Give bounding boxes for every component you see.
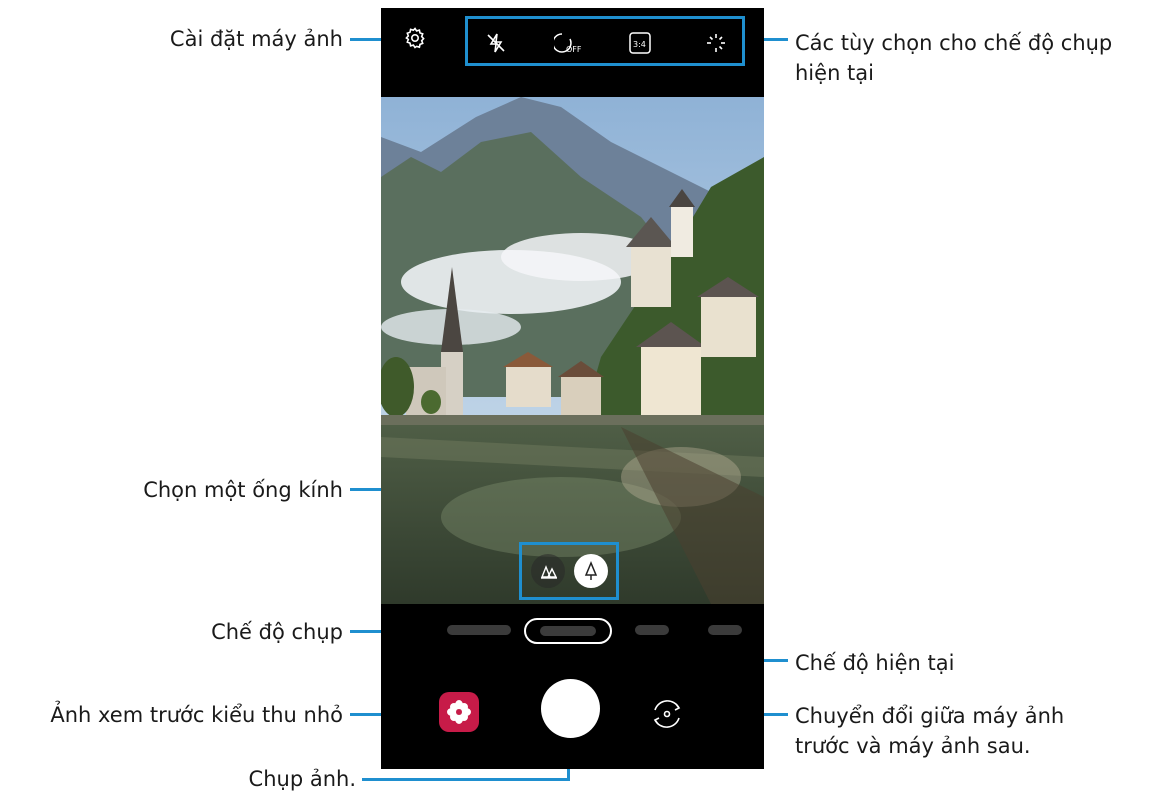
timer-off-icon[interactable]: OFF <box>552 31 584 55</box>
mode-item[interactable] <box>708 625 742 635</box>
lens-selector <box>519 542 619 600</box>
mode-item[interactable] <box>635 625 669 635</box>
annotation-select-lens: Chọn một ống kính <box>143 478 343 502</box>
gallery-flower-icon[interactable] <box>439 692 479 732</box>
svg-text:3:4: 3:4 <box>633 40 646 49</box>
annotation-mode-options-line1: Các tùy chọn cho chế độ chụp <box>795 31 1113 55</box>
annotation-line-take-picture-h <box>362 778 570 781</box>
mode-item[interactable] <box>447 625 511 635</box>
annotation-current-mode: Chế độ hiện tại <box>795 651 955 675</box>
annotation-switch-camera-line2: trước và máy ảnh sau. <box>795 734 1031 758</box>
annotation-thumbnail-preview: Ảnh xem trước kiểu thu nhỏ <box>50 703 343 727</box>
filter-effect-icon[interactable] <box>704 31 728 55</box>
annotation-camera-settings: Cài đặt máy ảnh <box>169 27 343 51</box>
ratio-icon[interactable]: 3:4 <box>626 31 654 55</box>
switch-camera-icon[interactable] <box>647 694 687 734</box>
annotation-mode-options-line2: hiện tại <box>795 61 874 85</box>
gear-icon[interactable] <box>403 26 427 50</box>
wide-lens-icon[interactable] <box>531 554 565 588</box>
svg-text:OFF: OFF <box>566 45 582 54</box>
flash-off-icon[interactable] <box>484 31 508 55</box>
shutter-button[interactable] <box>541 679 600 738</box>
annotation-switch-camera-line1: Chuyển đổi giữa máy ảnh <box>795 704 1065 728</box>
camera-screen: OFF 3:4 <box>381 8 764 769</box>
camera-viewfinder[interactable] <box>381 97 764 604</box>
annotation-take-picture: Chụp ảnh. <box>248 767 356 791</box>
shooting-options-bar: OFF 3:4 <box>465 16 745 66</box>
annotation-shooting-modes: Chế độ chụp <box>211 620 343 644</box>
standard-lens-icon[interactable] <box>574 554 608 588</box>
current-mode[interactable] <box>524 618 612 644</box>
